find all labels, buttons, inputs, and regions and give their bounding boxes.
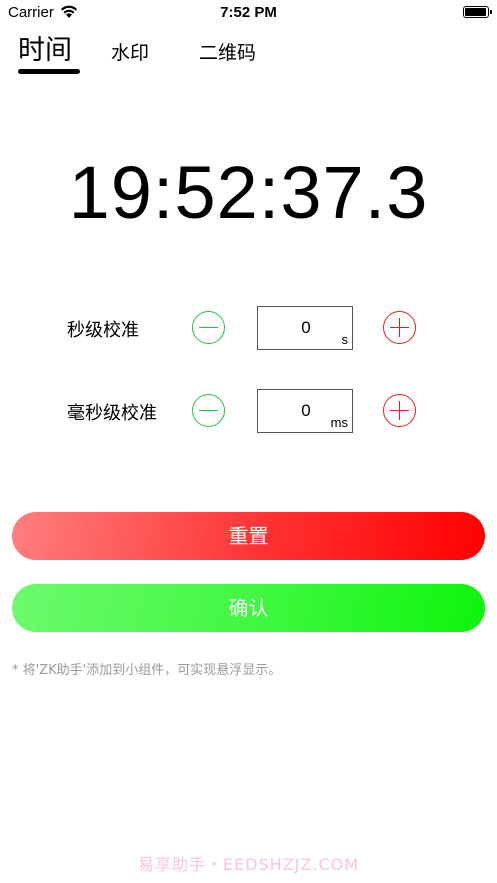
reset-button[interactable]: 重置 — [12, 512, 485, 560]
status-time: 7:52 PM — [220, 4, 277, 21]
active-tab-indicator — [18, 69, 80, 74]
milliseconds-calibration-label: 毫秒级校准 — [67, 403, 157, 424]
tab-time[interactable]: 时间 — [18, 28, 72, 67]
tab-qrcode[interactable]: 二维码 — [199, 38, 256, 65]
status-bar: Carrier 7:52 PM — [0, 0, 497, 26]
milliseconds-offset-field[interactable]: 0 ms — [257, 389, 353, 433]
milliseconds-unit: ms — [330, 415, 348, 430]
seconds-unit: s — [341, 332, 349, 347]
milliseconds-calibration-row: 毫秒级校准 0 ms — [0, 388, 497, 434]
minus-circle-icon — [199, 409, 218, 412]
seconds-offset-value: 0 — [301, 318, 311, 337]
milliseconds-decrement-button[interactable] — [192, 394, 225, 427]
plus-vertical-stroke — [398, 401, 401, 420]
plus-vertical-stroke — [398, 318, 401, 337]
battery-icon — [463, 6, 492, 18]
minus-circle-icon — [199, 326, 218, 329]
seconds-offset-field[interactable]: 0 s — [257, 306, 353, 350]
seconds-decrement-button[interactable] — [192, 311, 225, 344]
milliseconds-increment-button[interactable] — [383, 394, 416, 427]
widget-hint: * 将'ZK助手'添加到小组件，可实现悬浮显示。 — [12, 663, 282, 678]
battery-fill — [465, 8, 486, 16]
app-screen: Carrier 7:52 PM 时间 水印 二维码 19:52:37.3 秒级校… — [0, 0, 497, 883]
tab-watermark[interactable]: 水印 — [111, 38, 149, 65]
tab-bar: 时间 水印 二维码 — [0, 28, 497, 78]
seconds-calibration-label: 秒级校准 — [67, 320, 139, 341]
confirm-button[interactable]: 确认 — [12, 584, 485, 632]
time-display: 19:52:37.3 — [68, 151, 429, 234]
seconds-increment-button[interactable] — [383, 311, 416, 344]
site-watermark: 易享助手・EEDSHZJZ.COM — [137, 855, 360, 874]
seconds-calibration-row: 秒级校准 0 s — [0, 305, 497, 351]
